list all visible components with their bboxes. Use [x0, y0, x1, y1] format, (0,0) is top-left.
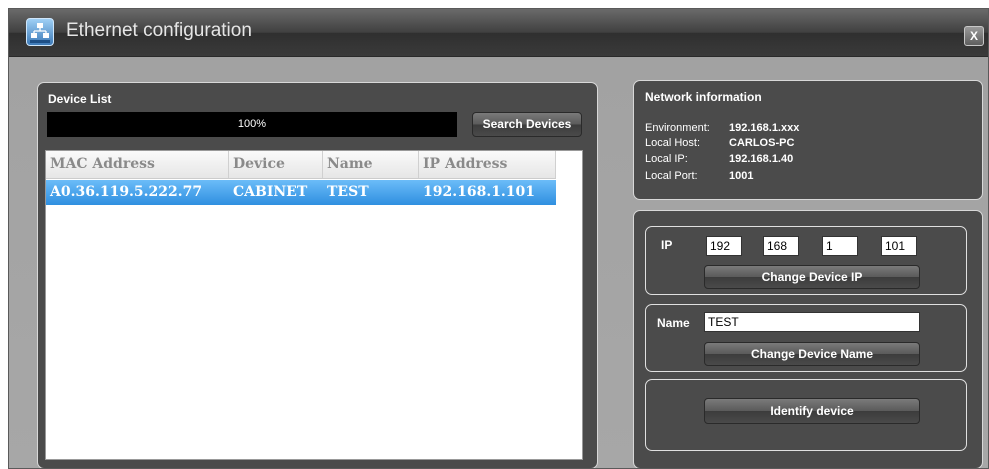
ip-label: IP [661, 238, 673, 252]
table-header: MAC Address Device Name IP Address [46, 151, 556, 179]
name-section: Name TEST Change Device Name [645, 304, 967, 372]
column-header-mac[interactable]: MAC Address [46, 151, 229, 178]
info-value: 192.168.1.xxx [729, 122, 800, 134]
cell-ip: 192.168.1.101 [423, 184, 536, 200]
device-table[interactable]: MAC Address Device Name IP Address A0.36… [45, 150, 583, 460]
cell-mac: A0.36.119.5.222.77 [50, 184, 203, 200]
cell-name: TEST [327, 184, 369, 200]
column-header-ip[interactable]: IP Address [419, 151, 556, 178]
title-bar[interactable]: Ethernet configuration X [9, 9, 988, 57]
network-info-panel: Network information Environment: 192.168… [633, 80, 983, 200]
ip-octet-1-input[interactable]: 192 [706, 236, 742, 256]
change-device-name-button[interactable]: Change Device Name [704, 342, 920, 366]
network-info-title: Network information [645, 90, 762, 104]
info-label: Local Port: [645, 170, 698, 182]
window-title: Ethernet configuration [66, 20, 252, 41]
info-label: Local IP: [645, 153, 688, 165]
info-value: 192.168.1.40 [729, 153, 794, 165]
column-header-device[interactable]: Device [229, 151, 323, 178]
ip-octet-2-input[interactable]: 168 [763, 236, 799, 256]
network-icon [26, 18, 54, 46]
info-label: Environment: [645, 122, 710, 134]
info-label: Local Host: [645, 137, 701, 149]
change-device-ip-button[interactable]: Change Device IP [704, 265, 920, 289]
info-value: CARLOS-PC [729, 137, 795, 149]
close-button[interactable]: X [964, 26, 984, 46]
name-label: Name [657, 316, 690, 330]
ip-section: IP 192 168 1 101 Change Device IP [645, 226, 967, 295]
ethernet-config-window: Ethernet configuration X Device List 100… [8, 8, 989, 469]
search-progress-bar: 100% [47, 112, 457, 137]
device-name-input[interactable]: TEST [704, 312, 920, 332]
device-list-title: Device List [48, 92, 112, 106]
cell-device: CABINET [233, 184, 308, 200]
column-header-name[interactable]: Name [323, 151, 419, 178]
identify-section: Identify device [645, 379, 967, 451]
identify-device-button[interactable]: Identify device [704, 398, 920, 424]
device-list-panel: Device List 100% Search Devices MAC Addr… [37, 82, 598, 468]
ip-octet-4-input[interactable]: 101 [881, 236, 917, 256]
info-value: 1001 [729, 170, 754, 182]
ip-octet-3-input[interactable]: 1 [822, 236, 858, 256]
device-settings-panel: IP 192 168 1 101 Change Device IP Name T… [633, 210, 983, 468]
search-devices-button[interactable]: Search Devices [472, 112, 582, 137]
table-row[interactable]: A0.36.119.5.222.77 CABINET TEST 192.168.… [46, 180, 556, 205]
